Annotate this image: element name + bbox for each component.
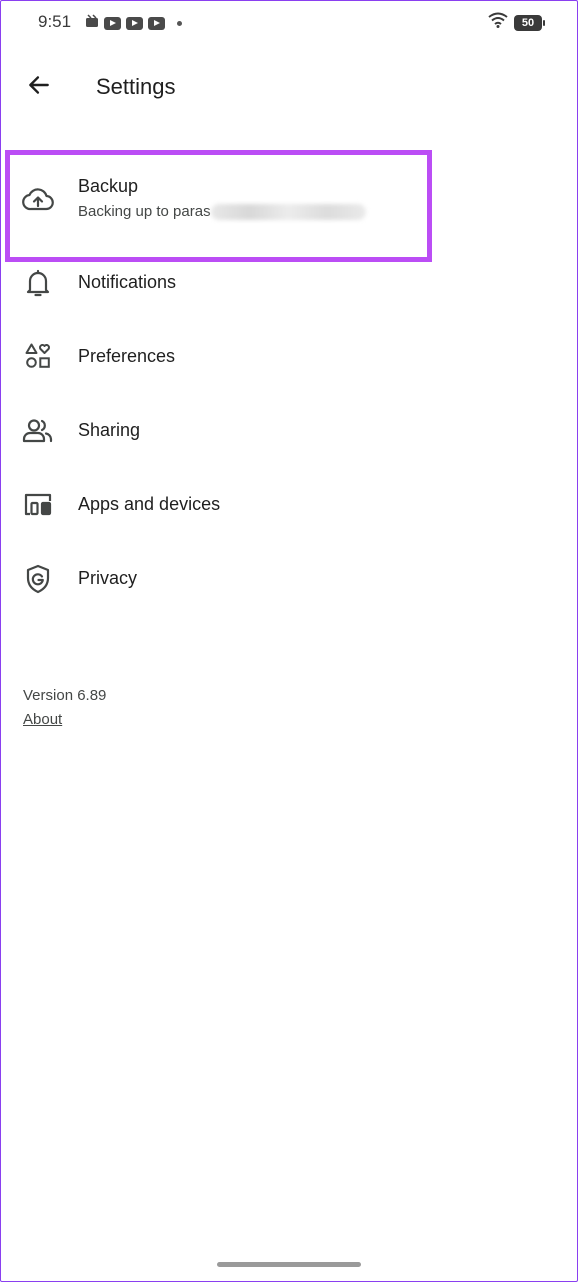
gesture-nav-handle[interactable] [217,1262,361,1267]
battery-icon: 50 [514,14,545,31]
about-link[interactable]: About [23,711,62,728]
version-text: Version 6.89 [23,687,107,704]
youtube-icon [126,17,143,30]
shield-g-icon [22,563,54,595]
page-title: Settings [96,74,176,99]
youtube-icon [148,17,165,30]
redacted-email [210,204,366,221]
menu-item-privacy[interactable]: Privacy [0,544,578,614]
back-button[interactable] [20,68,58,106]
menu-item-label: Preferences [78,346,176,366]
menu-item-label: Backup [78,176,139,196]
menu-item-label: Apps and devices [78,494,221,514]
menu-item-preferences[interactable]: Preferences [0,322,578,392]
cloud-upload-icon [22,183,54,215]
menu-item-label: Notifications [78,272,177,292]
menu-item-apps-and-devices[interactable]: Apps and devices [0,470,578,540]
app-bar: Settings [0,60,578,116]
youtube-icon [104,17,121,30]
dot-icon [177,21,182,26]
menu-item-sharing[interactable]: Sharing [0,396,578,466]
devices-icon [22,489,54,521]
backup-account-text: Backing up to paras [78,203,366,221]
menu-item-notifications[interactable]: Notifications [0,248,578,318]
status-time: 9:51 [38,12,72,31]
wifi-icon [488,12,508,33]
shapes-icon [22,340,54,372]
media-icon [85,14,99,33]
bell-icon [22,267,54,299]
arrow-back-icon [26,72,52,103]
notification-icons [85,14,182,33]
menu-item-label: Privacy [78,568,138,588]
status-bar: 9:51 50 [0,0,578,44]
backup-subtitle: Backing up to paras [78,203,211,220]
system-icons: 50 [488,12,545,33]
menu-item-backup[interactable]: Backup Backing up to paras [0,164,578,248]
menu-item-label: Sharing [78,420,141,440]
people-icon [22,415,54,447]
